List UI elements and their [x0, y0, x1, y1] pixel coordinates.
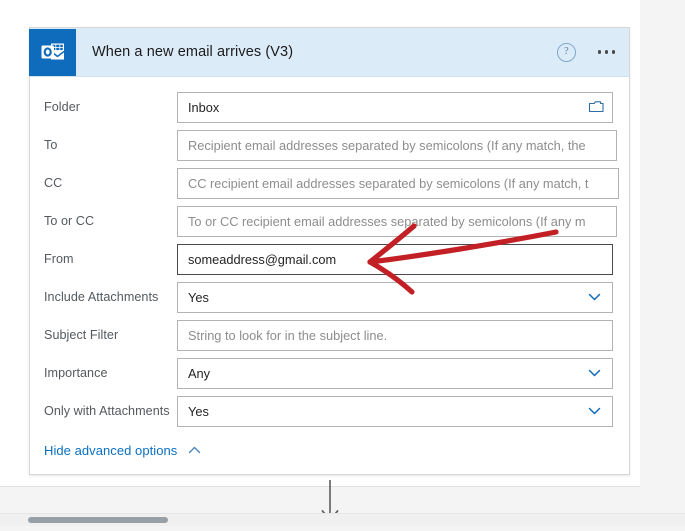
field-control-to: Recipient email addresses separated by s… [177, 129, 617, 161]
field-row-to-or-cc: To or CC To or CC recipient email addres… [30, 202, 629, 240]
to-or-cc-input[interactable]: To or CC recipient email addresses separ… [177, 205, 617, 237]
field-label-subject-filter: Subject Filter [44, 328, 119, 342]
field-label-folder: Folder [44, 100, 80, 114]
advanced-options-row: Hide advanced options [30, 430, 629, 474]
to-input[interactable]: Recipient email addresses separated by s… [177, 129, 617, 161]
trigger-card-header[interactable]: When a new email arrives (V3) ? [29, 28, 629, 77]
outlook-icon [29, 28, 76, 76]
flow-designer-surface: When a new email arrives (V3) ? Folder I… [0, 0, 685, 526]
field-control-only-with-attachments: Yes [177, 395, 613, 427]
field-row-only-with-attachments: Only with Attachments Yes [30, 392, 629, 430]
field-control-to-or-cc: To or CC recipient email addresses separ… [177, 205, 617, 237]
subject-filter-input[interactable]: String to look for in the subject line. [177, 319, 613, 351]
field-control-include-attachments: Yes [177, 281, 613, 313]
only-with-attachments-select[interactable]: Yes [177, 395, 613, 427]
folder-icon[interactable] [588, 99, 605, 115]
include-attachments-select[interactable]: Yes [177, 281, 613, 313]
field-row-to: To Recipient email addresses separated b… [30, 126, 629, 164]
folder-input[interactable]: Inbox [177, 91, 613, 123]
field-label-cc: CC [44, 176, 63, 190]
field-control-folder: Inbox [177, 91, 613, 123]
trigger-card-title: When a new email arrives (V3) [92, 44, 294, 60]
field-label-importance: Importance [44, 366, 108, 380]
field-row-folder: Folder Inbox [30, 88, 629, 126]
field-label-include-attachments: Include Attachments [44, 290, 159, 304]
field-label-to: To [44, 138, 58, 152]
field-control-cc: CC recipient email addresses separated b… [177, 167, 620, 199]
chevron-up-icon[interactable] [187, 443, 202, 458]
trigger-card-body: Folder Inbox To Recipient email addresse… [30, 77, 629, 474]
field-row-include-attachments: Include Attachments Yes [30, 278, 629, 316]
importance-select[interactable]: Any [177, 357, 613, 389]
trigger-card-header-actions: ? [556, 28, 617, 76]
field-row-from: From someaddress@gmail.com [30, 240, 629, 278]
hide-advanced-options-link[interactable]: Hide advanced options [44, 443, 177, 458]
cc-input[interactable]: CC recipient email addresses separated b… [177, 167, 620, 199]
more-options-icon[interactable] [596, 44, 617, 59]
field-control-importance: Any [177, 357, 613, 389]
field-control-subject-filter: String to look for in the subject line. [177, 319, 613, 351]
field-label-from: From [44, 252, 74, 266]
horizontal-scrollbar[interactable] [0, 513, 685, 526]
field-label-only-with-attachments: Only with Attachments [44, 404, 170, 418]
field-row-cc: CC CC recipient email addresses separate… [30, 164, 629, 202]
help-icon[interactable]: ? [556, 42, 576, 62]
field-row-subject-filter: Subject Filter String to look for in the… [30, 316, 629, 354]
horizontal-scrollbar-thumb[interactable] [28, 517, 168, 523]
field-label-to-or-cc: To or CC [44, 214, 95, 228]
field-control-from: someaddress@gmail.com [177, 243, 613, 275]
field-row-importance: Importance Any [30, 354, 629, 392]
trigger-card[interactable]: When a new email arrives (V3) ? Folder I… [29, 27, 630, 475]
from-input[interactable]: someaddress@gmail.com [177, 243, 613, 275]
